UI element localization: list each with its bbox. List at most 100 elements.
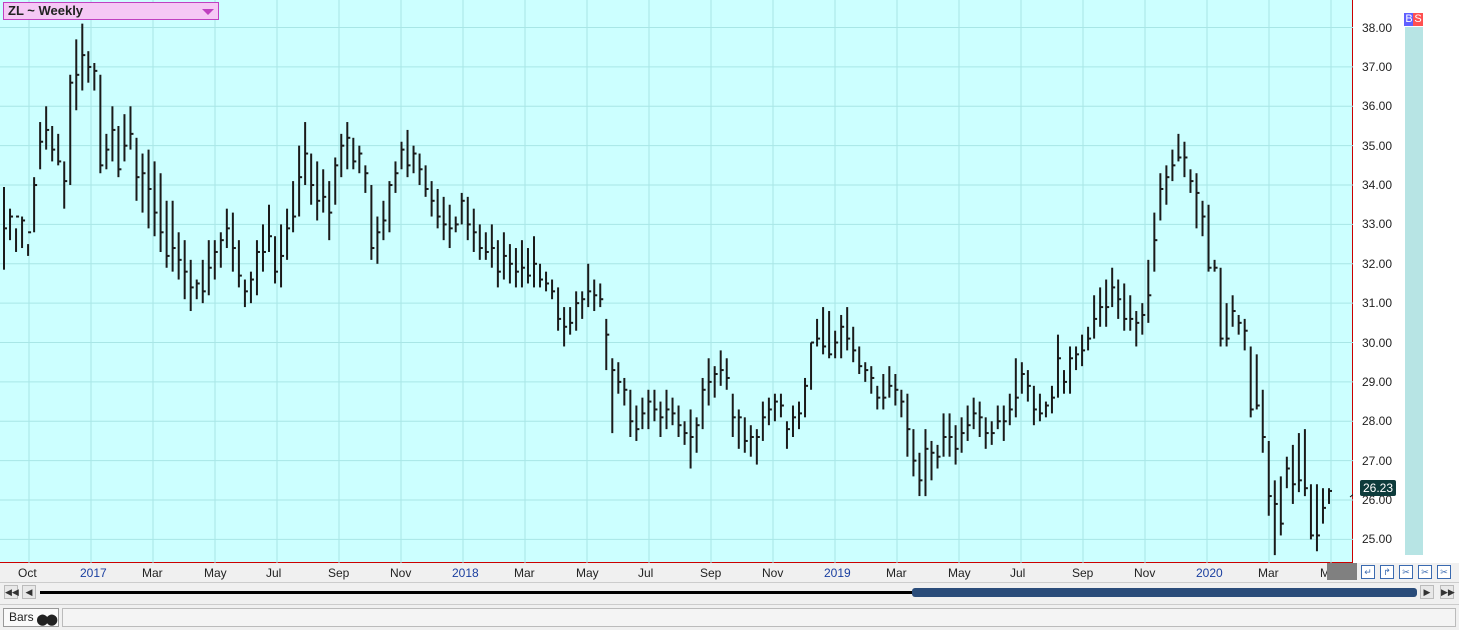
price-bar <box>334 157 339 205</box>
price-bar <box>382 200 387 241</box>
price-bar <box>659 401 664 438</box>
price-bar <box>261 224 266 272</box>
scroll-first-icon[interactable]: ◀◀ <box>4 585 19 599</box>
price-bar <box>870 366 875 394</box>
price-bar <box>1038 393 1043 422</box>
price-bar <box>996 405 1001 430</box>
price-bar <box>448 204 453 249</box>
price-bar <box>984 417 989 449</box>
price-bar <box>635 405 640 441</box>
price-bar <box>364 165 369 193</box>
ohlc-chart-svg[interactable] <box>0 0 1353 563</box>
price-bar <box>912 429 917 477</box>
y-tick-label: 30.00 <box>1362 335 1393 350</box>
price-chart[interactable]: ZL ~ Weekly <box>0 0 1353 563</box>
price-bar <box>918 452 923 497</box>
price-bar <box>370 185 375 260</box>
arrow-left-icon[interactable]: ↵ <box>1361 565 1375 579</box>
price-bar <box>141 153 146 213</box>
zoom-out-icon[interactable]: ✂ <box>1418 565 1432 579</box>
price-bar <box>924 429 929 497</box>
price-bar <box>1147 259 1152 323</box>
price-bar <box>1321 488 1326 524</box>
ohlc-bars <box>3 23 1332 556</box>
y-tick-label: 33.00 <box>1362 217 1393 232</box>
price-bar <box>225 208 230 249</box>
x-tick-label: Jul <box>266 566 282 580</box>
price-bar <box>864 362 869 382</box>
price-bar <box>1123 283 1128 331</box>
price-bar <box>725 358 730 390</box>
price-bar <box>268 204 272 252</box>
price-bar <box>1237 314 1242 335</box>
price-bar <box>1111 267 1116 308</box>
price-bar <box>1081 334 1086 367</box>
scroll-right-icon[interactable]: ▶ <box>1420 585 1434 599</box>
price-bar <box>1093 295 1098 339</box>
collapse-icon[interactable]: ✂ <box>1437 565 1451 579</box>
price-bar <box>105 133 110 170</box>
price-bar <box>954 425 959 465</box>
price-bar <box>286 208 291 260</box>
arrow-right-icon[interactable]: ↱ <box>1380 565 1394 579</box>
price-bar <box>135 137 140 201</box>
price-bar <box>852 326 857 363</box>
axis-corner <box>1327 563 1357 580</box>
sell-button[interactable]: S <box>1413 13 1423 26</box>
price-bar <box>1189 169 1194 193</box>
price-bar <box>695 417 700 453</box>
price-bar <box>249 271 254 304</box>
scroll-thumb[interactable] <box>912 588 1417 597</box>
price-bar <box>1075 346 1080 371</box>
price-bar <box>412 145 417 174</box>
scroll-last-icon[interactable]: ▶▶ <box>1440 585 1455 599</box>
price-bar <box>785 421 790 449</box>
price-bar <box>629 389 634 438</box>
price-bar <box>876 385 881 410</box>
chart-style-icon[interactable]: ⬤⬤ <box>36 612 58 629</box>
bars-tab[interactable]: Bars ⬤⬤ <box>3 608 59 627</box>
price-bar <box>569 307 574 335</box>
price-bar <box>322 169 327 213</box>
price-bar <box>828 311 833 359</box>
price-bar <box>653 389 658 422</box>
price-bar <box>1213 259 1218 272</box>
y-tick-label: 34.00 <box>1362 178 1393 193</box>
price-bar <box>406 129 411 178</box>
price-bar <box>490 224 495 268</box>
price-bar <box>882 374 887 410</box>
price-bar <box>960 417 965 453</box>
y-tick-label: 35.00 <box>1362 138 1393 153</box>
dropdown-caret-icon[interactable] <box>202 9 214 15</box>
horizontal-scrollbar[interactable]: ◀◀ ◀ ▶ ▶▶ <box>0 582 1459 601</box>
y-tick-label: 25.00 <box>1362 532 1393 547</box>
price-bar <box>731 393 736 438</box>
price-bar <box>69 74 74 186</box>
price-bar <box>846 307 851 351</box>
price-bar <box>749 425 754 457</box>
price-bar <box>1183 141 1188 178</box>
price-bar <box>605 318 610 371</box>
price-bar <box>617 362 622 394</box>
price-bar <box>442 196 447 241</box>
price-bar <box>533 236 537 288</box>
price-bar <box>1303 429 1308 497</box>
bars-tab-label: Bars <box>9 610 34 624</box>
price-bar <box>906 393 911 457</box>
price-bar <box>466 196 471 241</box>
zoom-in-icon[interactable]: ✂ <box>1399 565 1413 579</box>
y-tick-label: 38.00 <box>1362 20 1393 35</box>
x-tick-label: Mar <box>1258 566 1279 580</box>
x-tick-label: May <box>948 566 971 580</box>
price-bar <box>587 263 592 308</box>
price-bar <box>773 393 778 422</box>
price-bar <box>1297 433 1302 493</box>
symbol-selector[interactable]: ZL ~ Weekly <box>3 2 219 20</box>
price-bar <box>1291 444 1296 504</box>
price-bar <box>201 259 206 304</box>
price-bar <box>990 421 995 445</box>
price-bar <box>484 232 489 260</box>
scroll-left-icon[interactable]: ◀ <box>22 585 36 599</box>
price-bar <box>689 409 694 469</box>
price-bar <box>1231 295 1236 327</box>
